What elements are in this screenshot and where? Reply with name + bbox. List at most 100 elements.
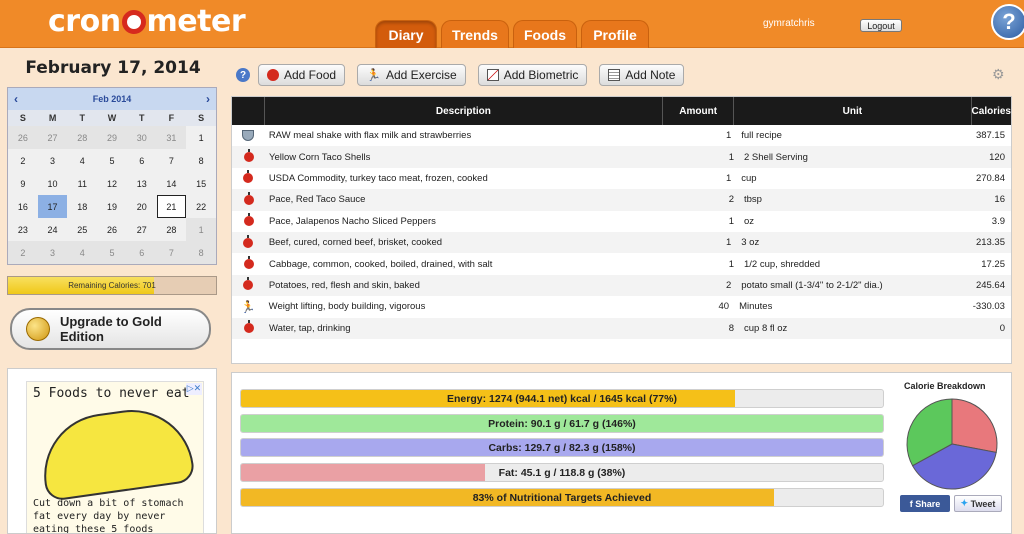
table-row[interactable]: Pace, Jalapenos Nacho Sliced Peppers 1 oz 3… bbox=[232, 211, 1011, 232]
tweet-button[interactable]: ✦ Tweet bbox=[954, 495, 1002, 512]
calendar-day[interactable]: 2 bbox=[8, 149, 38, 172]
table-row[interactable]: Cabbage, common, cooked, boiled, drained… bbox=[232, 253, 1011, 274]
carbs-bar[interactable]: Carbs: 129.7 g / 82.3 g (158%) bbox=[240, 438, 884, 457]
calendar-day[interactable]: 10 bbox=[38, 172, 68, 195]
calendar-day[interactable]: 17 bbox=[37, 195, 68, 218]
table-row[interactable]: Beef, cured, corned beef, brisket, cooke… bbox=[232, 231, 1011, 254]
diary-date-title: February 17, 2014 bbox=[25, 58, 201, 78]
table-row[interactable]: Potatoes, red, flesh and skin, baked 2 pot… bbox=[232, 274, 1011, 297]
table-row[interactable]: 🏃 Weight lifting, body building, vigorous… bbox=[232, 296, 1011, 317]
advertisement[interactable]: 5 Foods to never eat Cut down a bit of s… bbox=[7, 368, 217, 534]
table-row[interactable]: Water, tap, drinking 8 cup 8 fl oz 0 bbox=[232, 317, 1011, 339]
protein-bar[interactable]: Protein: 90.1 g / 61.7 g (146%) bbox=[240, 414, 884, 433]
calendar-day[interactable]: 22 bbox=[186, 195, 216, 218]
calendar-day[interactable]: 24 bbox=[38, 218, 68, 241]
calendar-day[interactable]: 5 bbox=[97, 241, 127, 264]
pie-slice-fat[interactable] bbox=[951, 398, 998, 454]
calendar-day[interactable]: 7 bbox=[156, 241, 187, 264]
upgrade-gold-button[interactable]: Upgrade to Gold Edition bbox=[10, 308, 211, 350]
header: cron meter Diary Trends Foods Profile gym… bbox=[0, 0, 1024, 48]
calendar-day[interactable]: 2 bbox=[8, 241, 38, 264]
row-description: Pace, Red Taco Sauce bbox=[269, 194, 366, 206]
calorie-breakdown-pie[interactable] bbox=[904, 396, 1000, 492]
help-icon[interactable]: ? bbox=[991, 4, 1024, 40]
calendar-day[interactable]: 21 bbox=[156, 195, 187, 218]
calendar-day[interactable]: 4 bbox=[67, 241, 98, 264]
calendar-grid: 26 27 28 29 30 31 1 2 3 4 5 6 7 8 9 10 11 12 13 14 15 16 17 18 1… bbox=[8, 126, 216, 264]
calendar-day[interactable]: 6 bbox=[126, 241, 157, 264]
table-row[interactable]: Yellow Corn Taco Shells 1 2 Shell Serving 1… bbox=[232, 146, 1011, 168]
calendar-day[interactable]: 3 bbox=[37, 241, 68, 264]
row-calories: 245.64 bbox=[975, 279, 1005, 291]
calendar-day[interactable]: 8 bbox=[186, 149, 216, 172]
tab-profile[interactable]: Profile bbox=[581, 20, 649, 48]
calendar-day[interactable]: 15 bbox=[186, 172, 216, 195]
calendar-day[interactable]: 1 bbox=[186, 126, 216, 149]
calendar-day[interactable]: 18 bbox=[67, 195, 97, 218]
add-food-button[interactable]: Add Food bbox=[258, 64, 346, 86]
calendar-day[interactable]: 26 bbox=[97, 218, 127, 241]
row-amount: 1 bbox=[725, 172, 732, 184]
add-biometric-button[interactable]: Add Biometric bbox=[477, 64, 588, 86]
calendar-day[interactable]: 30 bbox=[126, 126, 157, 149]
calendar-day[interactable]: 28 bbox=[157, 218, 187, 241]
header-amount: Amount bbox=[663, 97, 735, 125]
calendar-day[interactable]: 9 bbox=[8, 172, 38, 195]
weekday-label: W bbox=[107, 113, 117, 123]
tab-foods[interactable]: Foods bbox=[513, 20, 577, 48]
calendar-day[interactable]: 29 bbox=[97, 126, 127, 149]
next-month-icon[interactable]: › bbox=[206, 92, 210, 106]
calendar-day[interactable]: 23 bbox=[8, 218, 38, 241]
tab-trends[interactable]: Trends bbox=[441, 20, 509, 48]
calendar-day[interactable]: 14 bbox=[157, 172, 187, 195]
logout-button[interactable]: Logout bbox=[860, 19, 902, 32]
gear-icon[interactable]: ⚙ bbox=[992, 67, 1006, 81]
calendar-day[interactable]: 13 bbox=[127, 172, 157, 195]
row-amount: 1 bbox=[728, 258, 734, 270]
row-icon-cell bbox=[232, 234, 265, 248]
cronometer-logo[interactable]: cron meter bbox=[48, 4, 246, 39]
row-amount: 2 bbox=[728, 194, 734, 206]
calendar-day[interactable]: 12 bbox=[97, 172, 127, 195]
calendar-day[interactable]: 4 bbox=[67, 149, 97, 172]
calendar-day[interactable]: 3 bbox=[38, 149, 68, 172]
info-icon[interactable]: ? bbox=[236, 68, 250, 82]
calendar-day[interactable]: 6 bbox=[127, 149, 157, 172]
row-icon-cell: 🏃 bbox=[232, 301, 265, 313]
facebook-share-button[interactable]: f Share bbox=[900, 495, 950, 512]
row-unit: 2 Shell Serving bbox=[744, 151, 808, 163]
fat-bar[interactable]: Fat: 45.1 g / 118.8 g (38%) bbox=[240, 463, 884, 482]
prev-month-icon[interactable]: ‹ bbox=[14, 92, 18, 106]
add-exercise-label: Add Exercise bbox=[386, 68, 457, 82]
tab-diary[interactable]: Diary bbox=[375, 20, 437, 48]
calendar-day[interactable]: 26 bbox=[8, 126, 38, 149]
table-row[interactable]: RAW meal shake with flax milk and strawb… bbox=[232, 125, 1011, 146]
calendar-day[interactable]: 1 bbox=[186, 218, 216, 241]
ad-choices-icon[interactable]: ▷✕ bbox=[186, 383, 202, 395]
table-row[interactable]: USDA Commodity, turkey taco meat, frozen… bbox=[232, 168, 1011, 189]
calendar-day[interactable]: 20 bbox=[127, 195, 157, 218]
energy-bar[interactable]: Energy: 1274 (944.1 net) kcal / 1645 kca… bbox=[240, 389, 884, 408]
apple-icon bbox=[267, 69, 279, 81]
ad-image[interactable]: 5 Foods to never eat Cut down a bit of s… bbox=[26, 381, 204, 533]
targets-bar[interactable]: 83% of Nutritional Targets Achieved bbox=[240, 488, 884, 507]
calendar-day[interactable]: 27 bbox=[127, 218, 157, 241]
calendar: ‹ Feb 2014 › SMTWTFS 26 27 28 29 30 31 1 2 3 4 5 6 7… bbox=[7, 87, 217, 265]
calendar-day[interactable]: 16 bbox=[8, 195, 38, 218]
row-description: Potatoes, red, flesh and skin, baked bbox=[268, 279, 420, 291]
calendar-day[interactable]: 25 bbox=[67, 218, 97, 241]
row-amount: 40 bbox=[718, 301, 730, 313]
calendar-day[interactable]: 7 bbox=[157, 149, 187, 172]
calendar-day[interactable]: 5 bbox=[97, 149, 127, 172]
apple-icon bbox=[243, 149, 254, 163]
calendar-day[interactable]: 31 bbox=[156, 126, 187, 149]
calendar-day[interactable]: 19 bbox=[97, 195, 127, 218]
calendar-day[interactable]: 27 bbox=[37, 126, 68, 149]
calendar-day[interactable]: 8 bbox=[186, 241, 216, 264]
add-note-button[interactable]: Add Note bbox=[599, 64, 685, 86]
table-row[interactable]: Pace, Red Taco Sauce 2 tbsp 16 bbox=[232, 189, 1011, 211]
username: gymratchris bbox=[763, 18, 815, 29]
calendar-day[interactable]: 28 bbox=[67, 126, 98, 149]
calendar-day[interactable]: 11 bbox=[67, 172, 97, 195]
add-exercise-button[interactable]: 🏃 Add Exercise bbox=[357, 64, 466, 86]
